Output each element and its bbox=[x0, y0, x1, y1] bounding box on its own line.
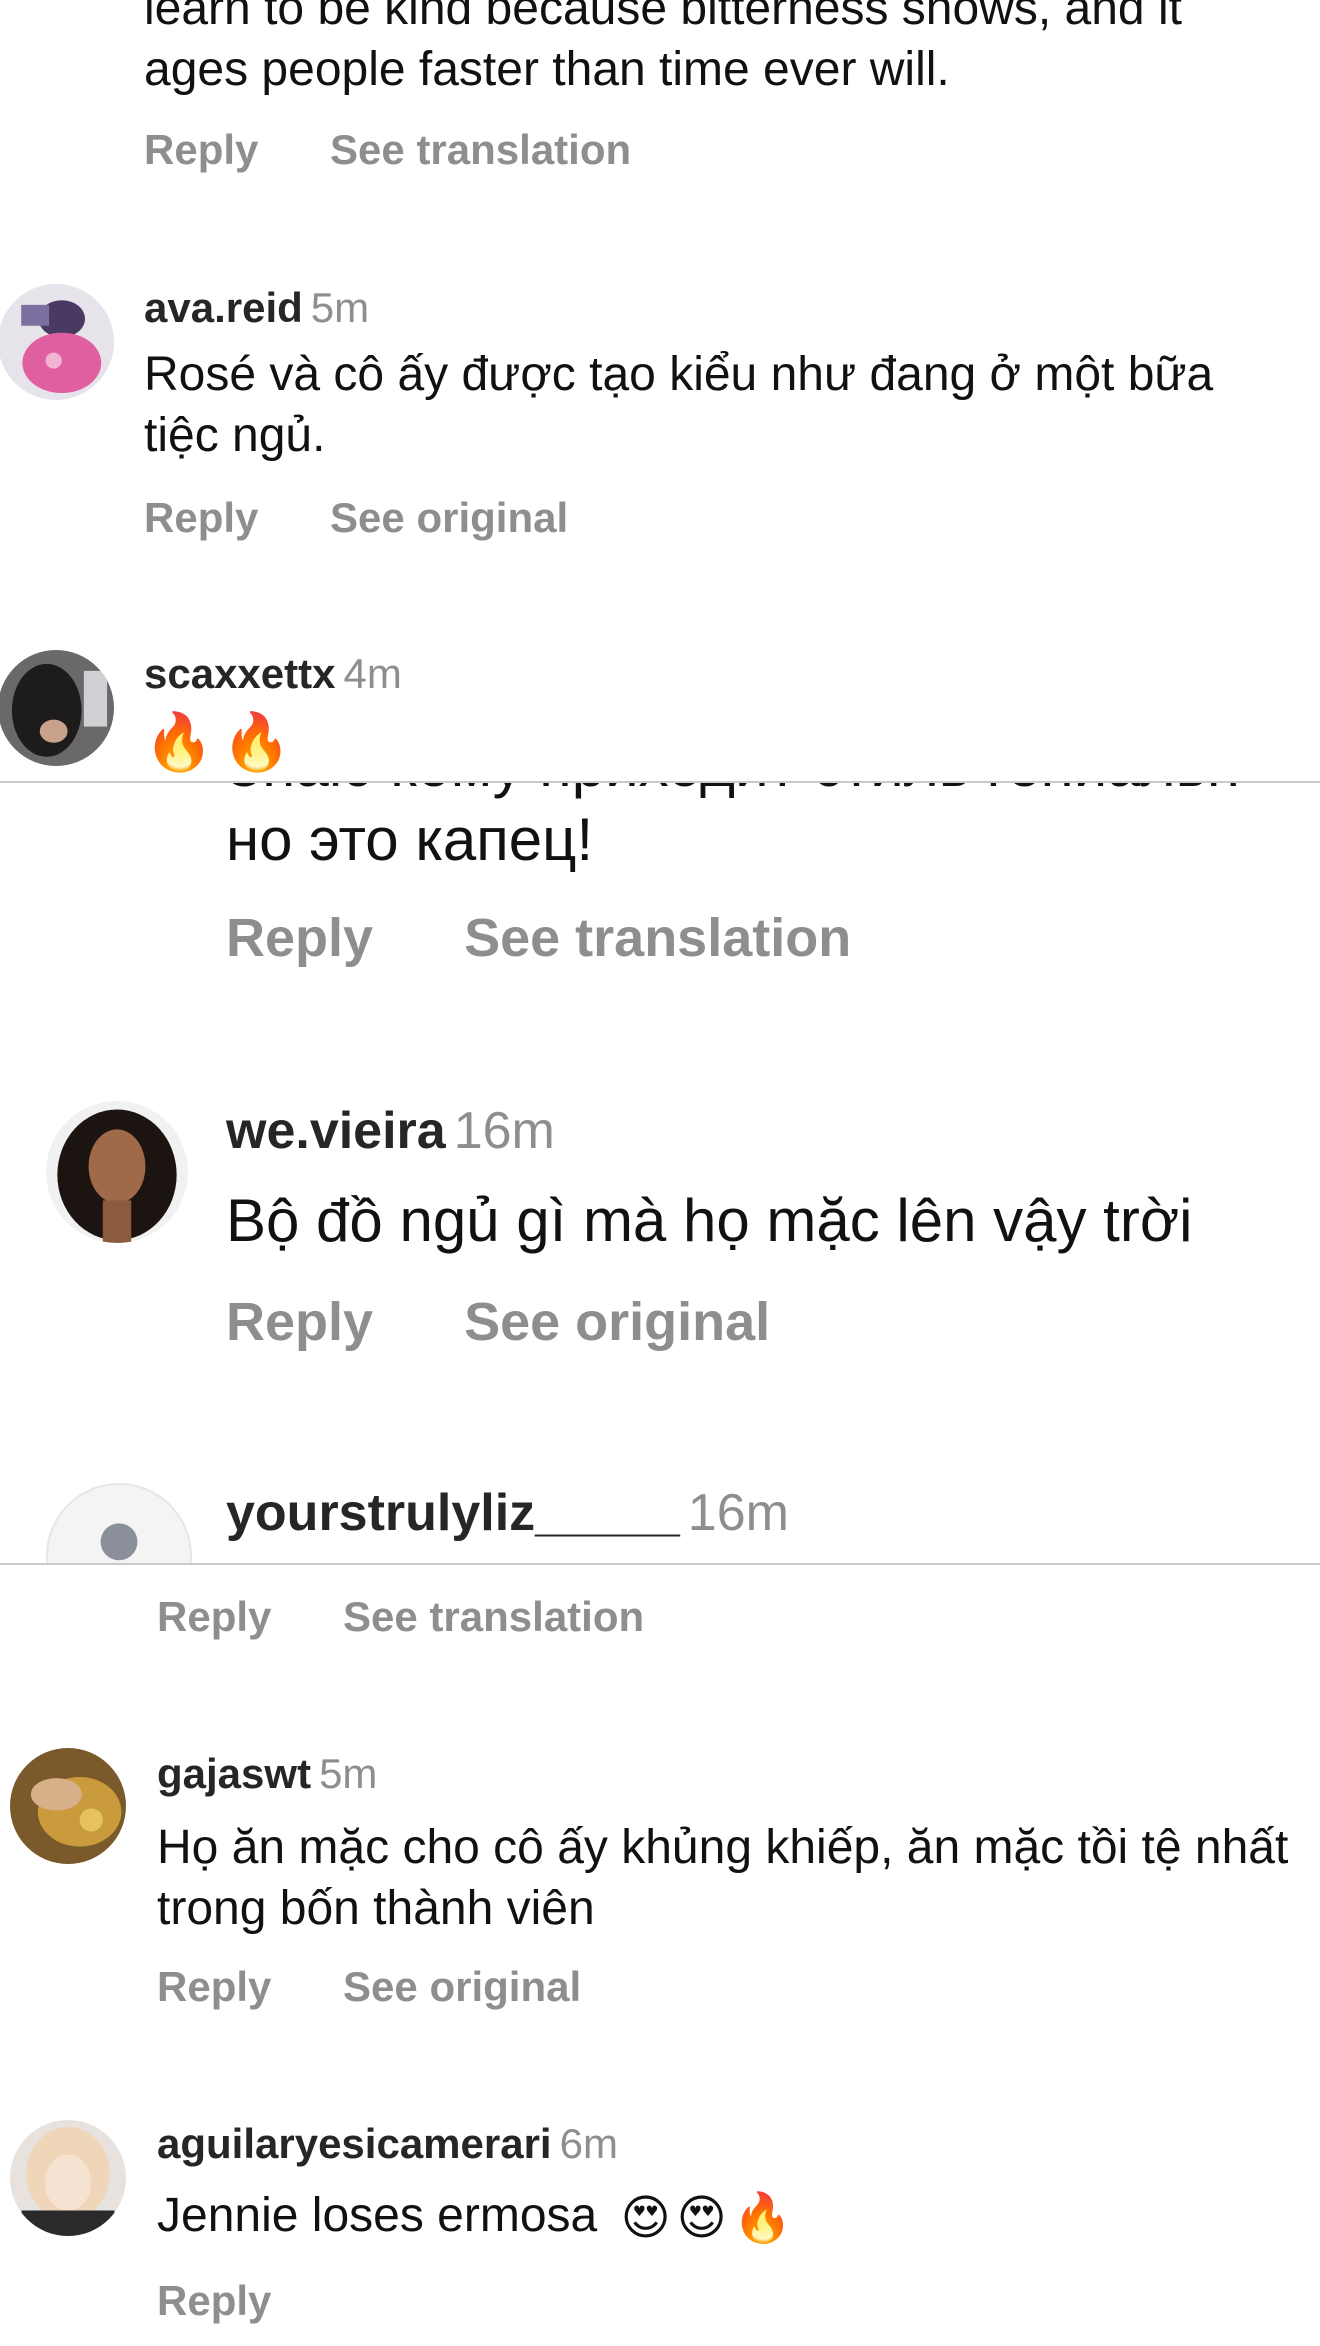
timestamp: 16m bbox=[687, 1484, 789, 1542]
screenshot-panel-1: learn to be kind because bitterness show… bbox=[0, 0, 1320, 782]
username[interactable]: yourstrulyliz_____ bbox=[226, 1484, 680, 1542]
username[interactable]: aguilaryesicamerari bbox=[157, 2120, 552, 2167]
reply-button[interactable]: Reply bbox=[157, 1963, 271, 2011]
comment-text: learn to be kind because bitterness show… bbox=[144, 0, 1182, 97]
comment-meta: ava.reid 5m bbox=[144, 284, 369, 332]
see-original-button[interactable]: See original bbox=[464, 1291, 770, 1353]
timestamp: 4m bbox=[343, 650, 402, 697]
comment-text: Jennie loses ermosa 😍😍🔥 bbox=[157, 2185, 1297, 2249]
comment-actions: Reply See translation bbox=[144, 126, 631, 174]
comment-actions: Reply bbox=[157, 2277, 271, 2325]
avatar[interactable] bbox=[10, 1748, 126, 1864]
comment-text: Rosé và cô ấy được tạo kiểu như đang ở m… bbox=[144, 348, 1214, 463]
avatar[interactable] bbox=[0, 650, 114, 766]
screenshot-panel-3: Reply See translation gajaswt 5m Họ ăn mặ… bbox=[0, 1565, 1320, 2346]
comment-actions: Reply See original bbox=[157, 1963, 581, 2011]
comment-meta: yourstrulyliz_____ 16m bbox=[226, 1483, 789, 1543]
reply-button[interactable]: Reply bbox=[144, 494, 258, 542]
username[interactable]: scaxxettx bbox=[144, 650, 335, 697]
avatar[interactable] bbox=[10, 2120, 126, 2236]
comment-text: 🔥🔥 bbox=[144, 710, 300, 773]
reply-button[interactable]: Reply bbox=[226, 1291, 373, 1353]
comment-meta: we.vieira 16m bbox=[226, 1101, 555, 1161]
username[interactable]: ava.reid bbox=[144, 284, 303, 331]
timestamp: 5m bbox=[310, 284, 370, 331]
avatar[interactable] bbox=[46, 1483, 192, 1563]
comment-text: Знаю кому приходит стиль гениальн но это… bbox=[226, 783, 1240, 873]
reply-button[interactable]: Reply bbox=[157, 2277, 271, 2325]
emoji-reactions: 😍😍🔥 bbox=[620, 2191, 799, 2245]
see-original-button[interactable]: See original bbox=[330, 494, 568, 542]
timestamp: 5m bbox=[319, 1750, 378, 1797]
reply-button[interactable]: Reply bbox=[226, 907, 373, 969]
see-translation-button[interactable]: See translation bbox=[464, 907, 851, 969]
comment-meta: gajaswt 5m bbox=[157, 1750, 377, 1798]
see-translation-button[interactable]: See translation bbox=[343, 1593, 644, 1641]
comment-actions: Reply See original bbox=[226, 1291, 770, 1353]
see-original-button[interactable]: See original bbox=[343, 1963, 581, 2011]
comment-meta: scaxxettx 4m bbox=[144, 650, 402, 698]
timestamp: 6m bbox=[559, 2120, 618, 2167]
see-translation-button[interactable]: See translation bbox=[330, 126, 631, 174]
comment-text: Họ ăn mặc cho cô ấy khủng khiếp, ăn mặc … bbox=[157, 1821, 1289, 1936]
reply-button[interactable]: Reply bbox=[144, 126, 258, 174]
username[interactable]: gajaswt bbox=[157, 1750, 311, 1797]
avatar[interactable] bbox=[46, 1101, 188, 1243]
comment-meta: aguilaryesicamerari 6m bbox=[157, 2120, 618, 2168]
avatar[interactable] bbox=[0, 284, 114, 400]
comment-actions: Reply See translation bbox=[226, 907, 851, 969]
reply-button[interactable]: Reply bbox=[157, 1593, 271, 1641]
timestamp: 16m bbox=[453, 1102, 555, 1160]
username[interactable]: we.vieira bbox=[226, 1102, 446, 1160]
comment-actions: Reply See translation bbox=[157, 1593, 644, 1641]
comment-text: Bộ đồ ngủ gì mà họ mặc lên vậy trời bbox=[226, 1187, 1193, 1254]
screenshot-panel-2: Знаю кому приходит стиль гениальн но это… bbox=[0, 783, 1320, 1563]
comment-actions: Reply See original bbox=[144, 494, 568, 542]
